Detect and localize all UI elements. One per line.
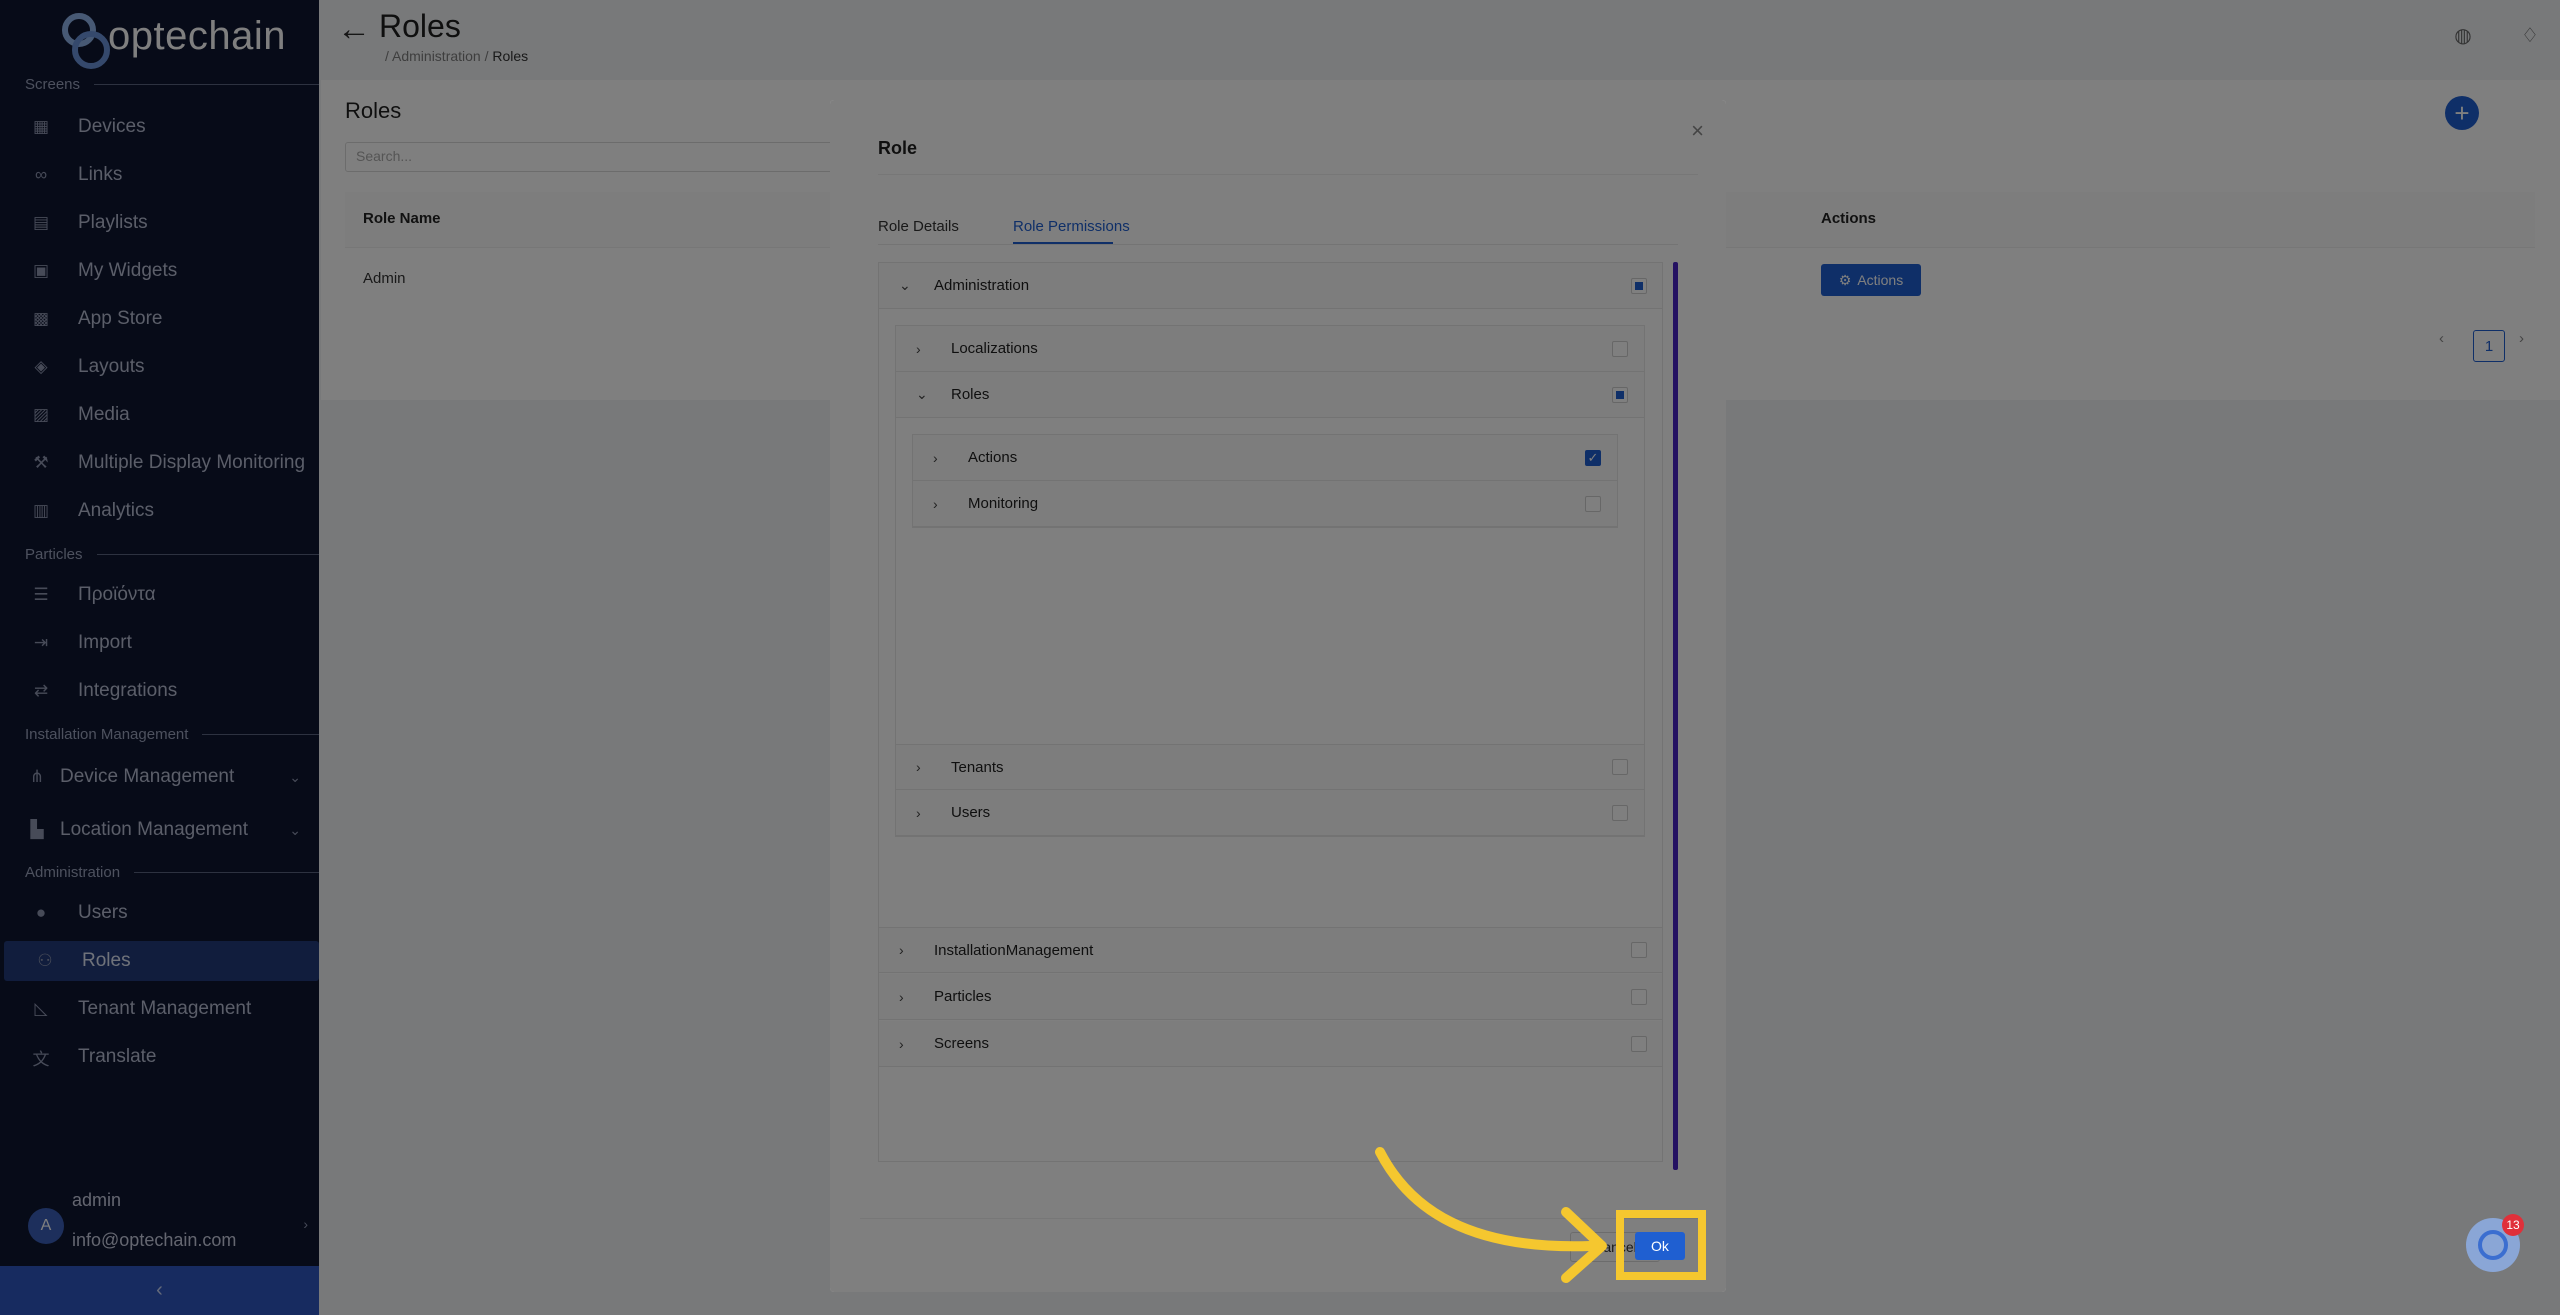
chevron-down-icon: ⌄ <box>899 277 911 293</box>
checkbox-screens[interactable] <box>1631 1035 1647 1052</box>
tree-node-administration[interactable]: ⌄ Administration <box>879 263 1662 309</box>
close-icon[interactable]: × <box>1691 118 1704 144</box>
chevron-right-icon: › <box>916 804 921 821</box>
chevron-right-icon: › <box>933 449 938 466</box>
checkbox-localizations[interactable] <box>1612 340 1628 357</box>
checkbox-tenants[interactable] <box>1612 759 1628 775</box>
tree-node-actions[interactable]: › Actions ✓ <box>913 435 1617 481</box>
chevron-right-icon: › <box>916 759 921 775</box>
scrollbar[interactable] <box>1673 262 1678 1170</box>
checkbox-actions[interactable]: ✓ <box>1585 449 1601 466</box>
role-modal: Role × Role Details Role Permissions ⌄ A… <box>830 100 1726 1292</box>
checkbox-installation-management[interactable] <box>1631 942 1647 958</box>
tree-node-roles[interactable]: ⌄ Roles <box>896 372 1644 418</box>
tab-role-permissions[interactable]: Role Permissions <box>1013 218 1130 235</box>
modal-divider <box>878 174 1698 175</box>
checkbox-monitoring[interactable] <box>1585 495 1601 512</box>
modal-title: Role <box>878 138 918 158</box>
chevron-right-icon: › <box>899 988 904 1005</box>
help-icon <box>2478 1230 2508 1260</box>
checkbox-particles[interactable] <box>1631 988 1647 1005</box>
administration-children: › Localizations ⌄ Roles › Actions ✓ › Mo… <box>895 325 1645 837</box>
chevron-right-icon: › <box>899 942 904 958</box>
permissions-tree: ⌄ Administration › Localizations ⌄ Roles… <box>878 262 1663 1162</box>
chevron-down-icon: ⌄ <box>916 386 928 402</box>
chevron-right-icon: › <box>933 495 938 512</box>
annotation-arrow-icon <box>1375 1147 1607 1283</box>
chevron-right-icon: › <box>899 1035 904 1052</box>
tree-node-installation-management[interactable]: › InstallationManagement <box>879 927 1662 973</box>
tabs-underline <box>878 244 1678 245</box>
checkbox-roles[interactable] <box>1612 386 1628 403</box>
notification-badge: 13 <box>2502 1214 2524 1236</box>
tree-node-screens[interactable]: › Screens <box>879 1021 1662 1067</box>
help-widget[interactable]: 13 <box>2466 1214 2524 1272</box>
tree-node-tenants[interactable]: › Tenants <box>896 744 1644 790</box>
chevron-right-icon: › <box>916 340 921 357</box>
tab-role-details[interactable]: Role Details <box>878 218 959 235</box>
checkbox-administration[interactable] <box>1631 277 1647 294</box>
roles-children: › Actions ✓ › Monitoring <box>912 434 1618 528</box>
tree-node-localizations[interactable]: › Localizations <box>896 326 1644 372</box>
tree-node-users[interactable]: › Users <box>896 790 1644 836</box>
tree-node-particles[interactable]: › Particles <box>879 974 1662 1020</box>
tree-node-monitoring[interactable]: › Monitoring <box>913 481 1617 527</box>
checkbox-users[interactable] <box>1612 804 1628 821</box>
ok-button[interactable]: Ok <box>1635 1232 1685 1260</box>
active-tab-indicator <box>1013 242 1113 244</box>
